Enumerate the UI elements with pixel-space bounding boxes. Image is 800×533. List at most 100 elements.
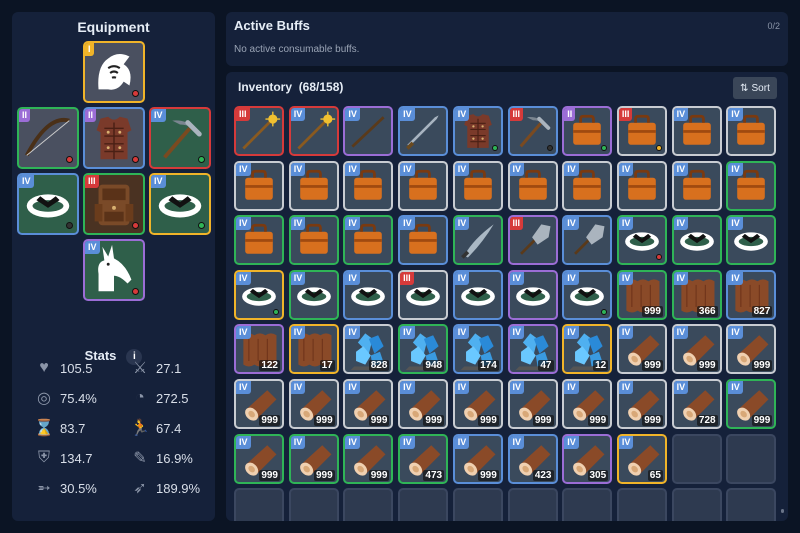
sort-icon: ⇅ bbox=[740, 82, 749, 94]
inventory-slot-bag[interactable]: IV bbox=[616, 160, 667, 211]
equipment-slot-backpack[interactable]: III bbox=[83, 173, 145, 235]
tier-badge: IV bbox=[345, 271, 360, 285]
inventory-slot-bag[interactable]: III bbox=[616, 106, 667, 156]
inventory-slot-empty[interactable] bbox=[562, 488, 613, 521]
inventory-slot-log[interactable]: IV 999 bbox=[234, 379, 284, 429]
inventory-slot-empty[interactable] bbox=[616, 488, 667, 521]
inventory-slot-log[interactable]: IV 999 bbox=[452, 379, 503, 429]
inventory-slot-bag[interactable]: II bbox=[562, 106, 613, 156]
inventory-slot-empty[interactable] bbox=[452, 488, 503, 521]
equipment-slot-head[interactable]: I bbox=[83, 41, 145, 103]
inventory-slot-crystal[interactable]: IV 828 bbox=[343, 324, 394, 375]
inventory-slot-bag[interactable]: IV bbox=[398, 160, 449, 211]
inventory-slot-log[interactable]: IV 999 bbox=[288, 433, 339, 484]
inventory-slot-belt[interactable]: IV bbox=[616, 215, 667, 266]
inventory-slot-blade[interactable]: IV bbox=[452, 215, 503, 266]
inventory-slot-log[interactable]: IV 999 bbox=[562, 379, 613, 429]
inventory-slot-belt[interactable]: IV bbox=[234, 269, 284, 320]
equipment-slot-chest[interactable]: II bbox=[83, 107, 145, 169]
inventory-slot-belt[interactable]: IV bbox=[562, 269, 613, 320]
inventory-slot-crystal[interactable]: IV 948 bbox=[398, 324, 449, 375]
inventory-slot-log[interactable]: IV 728 bbox=[671, 379, 722, 429]
stack-count: 999 bbox=[751, 415, 773, 426]
inventory-slot-bag[interactable]: IV bbox=[343, 215, 394, 266]
inventory-slot-belt[interactable]: IV bbox=[452, 269, 503, 320]
inventory-slot-empty[interactable] bbox=[234, 488, 284, 521]
radar-icon: ◔ bbox=[135, 389, 145, 406]
equipment-slot-ring-left[interactable]: IV bbox=[17, 173, 79, 235]
inventory-slot-empty[interactable] bbox=[671, 488, 722, 521]
equipment-slot-ring-right[interactable]: IV bbox=[149, 173, 211, 235]
inventory-slot-pickaxe[interactable]: III bbox=[507, 106, 558, 156]
inventory-slot-bag[interactable]: IV bbox=[671, 160, 722, 211]
inventory-slot-belt[interactable]: IV bbox=[671, 215, 722, 266]
tier-badge: IV bbox=[564, 326, 579, 340]
inventory-slot-bag[interactable]: IV bbox=[288, 160, 339, 211]
inventory-slot-bag[interactable]: IV bbox=[234, 160, 284, 211]
inventory-slot-belt[interactable]: III bbox=[398, 269, 449, 320]
inventory-slot-hide[interactable]: IV 999 bbox=[616, 269, 667, 320]
inventory-slot-bag[interactable]: IV bbox=[671, 106, 722, 156]
inventory-slot-log[interactable]: IV 305 bbox=[562, 433, 613, 484]
inventory-slot-hide[interactable]: IV 827 bbox=[726, 269, 777, 320]
inventory-slot-staff[interactable]: IV bbox=[288, 106, 339, 156]
inventory-slot-empty[interactable] bbox=[398, 488, 449, 521]
inventory-slot-empty[interactable] bbox=[726, 433, 777, 484]
inventory-slot-bag[interactable]: IV bbox=[507, 160, 558, 211]
tier-badge: IV bbox=[454, 217, 470, 231]
inventory-slot-log[interactable]: IV 65 bbox=[616, 433, 667, 484]
stack-count: 423 bbox=[532, 469, 554, 481]
inventory-slot-log[interactable]: IV 999 bbox=[343, 379, 394, 429]
inventory-slot-crystal[interactable]: IV 47 bbox=[507, 324, 558, 375]
inventory-slot-log[interactable]: IV 999 bbox=[452, 433, 503, 484]
inventory-slot-log[interactable]: IV 999 bbox=[616, 379, 667, 429]
inventory-slot-empty[interactable] bbox=[507, 488, 558, 521]
inventory-slot-empty[interactable] bbox=[288, 488, 339, 521]
inventory-slot-hide[interactable]: IV 17 bbox=[288, 324, 339, 375]
inventory-slot-bag[interactable]: IV bbox=[398, 215, 449, 266]
inventory-slot-staff[interactable]: III bbox=[234, 106, 284, 156]
tier-badge: IV bbox=[728, 162, 743, 176]
inventory-slot-belt[interactable]: IV bbox=[726, 215, 777, 266]
inventory-slot-belt[interactable]: IV bbox=[288, 269, 339, 320]
inventory-slot-sword[interactable]: IV bbox=[398, 106, 449, 156]
inventory-slot-crystal[interactable]: IV 12 bbox=[562, 324, 613, 375]
inventory-slot-stick[interactable]: IV bbox=[343, 106, 394, 156]
inventory-scrollbar[interactable] bbox=[781, 509, 784, 513]
inventory-slot-log[interactable]: IV 999 bbox=[671, 324, 722, 375]
inventory-slot-bag[interactable]: IV bbox=[452, 160, 503, 211]
inventory-slot-log[interactable]: IV 999 bbox=[726, 379, 777, 429]
sort-button[interactable]: ⇅ Sort bbox=[733, 77, 777, 99]
inventory-slot-armor[interactable]: IV bbox=[452, 106, 503, 156]
equipment-slot-tool[interactable]: IV bbox=[149, 107, 211, 169]
inventory-slot-empty[interactable] bbox=[671, 433, 722, 484]
equipment-slot-offhand[interactable]: II bbox=[17, 107, 79, 169]
inventory-slot-hide[interactable]: IV 122 bbox=[234, 324, 284, 375]
inventory-slot-log[interactable]: IV 999 bbox=[726, 324, 777, 375]
inventory-slot-crystal[interactable]: IV 174 bbox=[452, 324, 503, 375]
inventory-slot-log[interactable]: IV 473 bbox=[398, 433, 449, 484]
inventory-slot-belt[interactable]: IV bbox=[343, 269, 394, 320]
active-buffs-title: Active Buffs bbox=[234, 18, 310, 33]
inventory-slot-empty[interactable] bbox=[343, 488, 394, 521]
inventory-slot-log[interactable]: IV 999 bbox=[507, 379, 558, 429]
equipment-slot-mount[interactable]: IV bbox=[83, 239, 145, 301]
inventory-title-label: Inventory bbox=[238, 80, 293, 94]
inventory-slot-log[interactable]: IV 999 bbox=[343, 433, 394, 484]
inventory-slot-shovel[interactable]: III bbox=[507, 215, 558, 266]
inventory-slot-log[interactable]: IV 999 bbox=[398, 379, 449, 429]
inventory-slot-log[interactable]: IV 423 bbox=[507, 433, 558, 484]
inventory-slot-bag[interactable]: IV bbox=[234, 215, 284, 266]
inventory-slot-bag[interactable]: IV bbox=[288, 215, 339, 266]
inventory-slot-empty[interactable] bbox=[726, 488, 777, 521]
inventory-slot-shovel[interactable]: IV bbox=[562, 215, 613, 266]
inventory-slot-log[interactable]: IV 999 bbox=[288, 379, 339, 429]
inventory-slot-log[interactable]: IV 999 bbox=[234, 433, 284, 484]
inventory-slot-log[interactable]: IV 999 bbox=[616, 324, 667, 375]
inventory-slot-bag[interactable]: IV bbox=[562, 160, 613, 211]
inventory-slot-bag[interactable]: IV bbox=[726, 106, 777, 156]
inventory-slot-hide[interactable]: IV 366 bbox=[671, 269, 722, 320]
inventory-slot-bag[interactable]: IV bbox=[726, 160, 777, 211]
inventory-slot-belt[interactable]: IV bbox=[507, 269, 558, 320]
inventory-slot-bag[interactable]: IV bbox=[343, 160, 394, 211]
